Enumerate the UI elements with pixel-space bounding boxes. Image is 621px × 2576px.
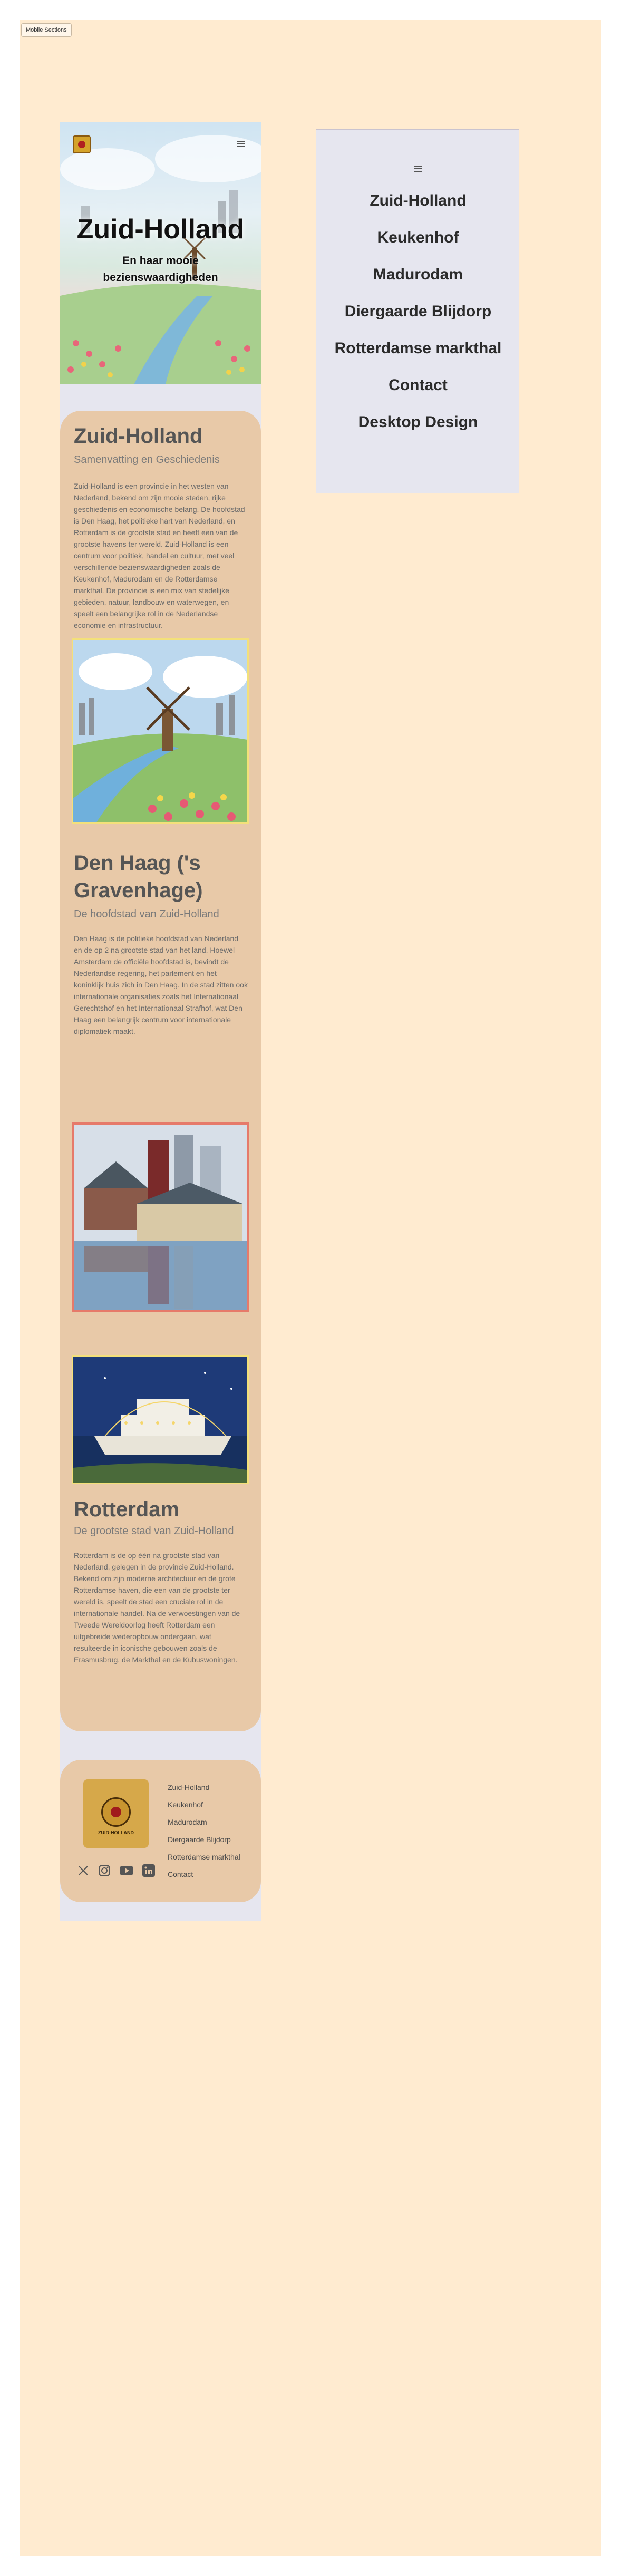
- menu-toggle-icon[interactable]: [414, 166, 422, 172]
- section-title: Den Haag ('s Gravenhage): [74, 851, 203, 902]
- menu-item-madurodam[interactable]: Madurodam: [316, 256, 520, 293]
- menu-item-desktop-design[interactable]: Desktop Design: [316, 404, 520, 441]
- hero-subtitle: En haar mooie bezienswaardigheden: [103, 255, 218, 284]
- mobile-preview: Zuid-Holland En haar mooie bezienswaardi…: [60, 122, 261, 1921]
- section-text: Zuid-Holland is een provincie in het wes…: [74, 482, 245, 630]
- menu-item-contact[interactable]: Contact: [316, 367, 520, 404]
- mobile-sections-button[interactable]: Mobile Sections: [21, 23, 72, 37]
- footer-link-madurodam[interactable]: Madurodam: [168, 1814, 240, 1831]
- linkedin-icon[interactable]: [141, 1863, 156, 1878]
- x-icon[interactable]: [76, 1863, 91, 1878]
- content-card: Zuid-Holland Samenvatting en Geschiedeni…: [60, 411, 261, 1731]
- site-logo[interactable]: [73, 135, 91, 153]
- footer-logo-text: ZUID-HOLLAND: [98, 1830, 134, 1835]
- section-title: Rotterdam: [74, 1498, 180, 1521]
- hamburger-menu-icon[interactable]: [237, 141, 245, 147]
- rotterdam-image: [72, 1355, 249, 1484]
- windmill-image: [72, 638, 249, 824]
- footer-link-diergaarde-blijdorp[interactable]: Diergaarde Blijdorp: [168, 1831, 240, 1848]
- menu-item-keukenhof[interactable]: Keukenhof: [316, 219, 520, 256]
- footer-logo[interactable]: ZUID-HOLLAND: [83, 1779, 149, 1848]
- footer-link-rotterdamse-markthal[interactable]: Rotterdamse markthal: [168, 1848, 240, 1866]
- footer: ZUID-HOLLAND Zuid-Holland Keukenhof Madu…: [60, 1760, 261, 1902]
- footer-link-keukenhof[interactable]: Keukenhof: [168, 1796, 240, 1814]
- den-haag-image: [72, 1122, 249, 1312]
- section-subtitle: Samenvatting en Geschiedenis: [74, 454, 220, 466]
- instagram-icon[interactable]: [97, 1863, 112, 1878]
- desktop-menu-list: Zuid-Holland Keukenhof Madurodam Diergaa…: [316, 182, 520, 441]
- desktop-menu-panel: Zuid-Holland Keukenhof Madurodam Diergaa…: [316, 129, 519, 493]
- section-text: Den Haag is de politieke hoofdstad van N…: [74, 934, 248, 1035]
- hero-title: Zuid-Holland: [76, 214, 245, 245]
- footer-link-contact[interactable]: Contact: [168, 1866, 240, 1883]
- hero-banner: Zuid-Holland En haar mooie bezienswaardi…: [60, 122, 261, 384]
- menu-item-diergaarde-blijdorp[interactable]: Diergaarde Blijdorp: [316, 293, 520, 330]
- youtube-icon[interactable]: [119, 1863, 134, 1878]
- menu-item-zuid-holland[interactable]: Zuid-Holland: [316, 182, 520, 219]
- section-subtitle: De grootste stad van Zuid-Holland: [74, 1525, 234, 1537]
- section-subtitle: De hoofdstad van Zuid-Holland: [74, 908, 219, 920]
- section-text: Rotterdam is de op één na grootste stad …: [74, 1551, 240, 1664]
- footer-link-zuid-holland[interactable]: Zuid-Holland: [168, 1779, 240, 1796]
- footer-nav: Zuid-Holland Keukenhof Madurodam Diergaa…: [168, 1779, 240, 1883]
- menu-item-rotterdamse-markthal[interactable]: Rotterdamse markthal: [316, 330, 520, 367]
- section-title: Zuid-Holland: [74, 424, 203, 448]
